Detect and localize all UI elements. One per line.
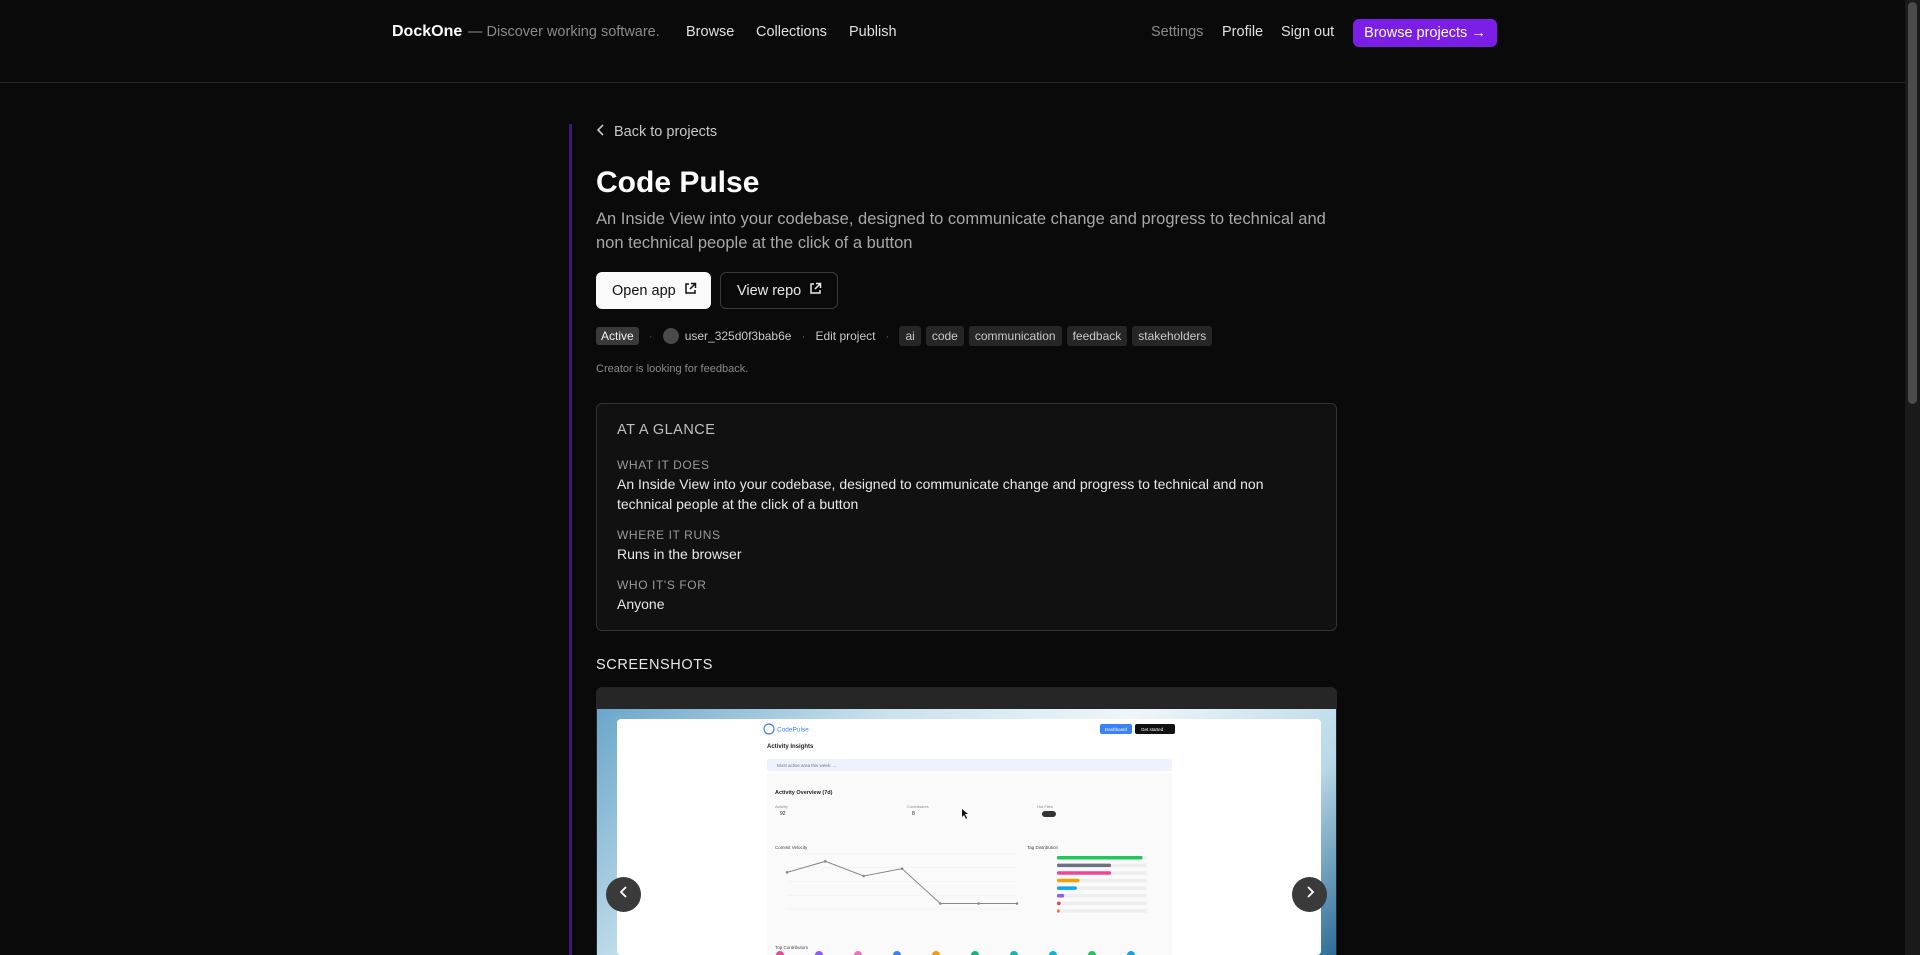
separator: · (885, 328, 890, 343)
shot-dashboard-btn: Dashboard (1105, 727, 1128, 732)
nav-collections[interactable]: Collections (756, 24, 827, 40)
browse-projects-button[interactable]: Browse projects → (1353, 19, 1497, 47)
what-it-does-value: An Inside View into your codebase, desig… (617, 476, 1264, 512)
shot-dist-bar (1057, 871, 1111, 875)
shot-stat-value-0: 92 (780, 811, 786, 817)
separator: · (648, 328, 653, 343)
screenshot-content: CodePulse Dashboard Get started Activity… (763, 723, 1175, 955)
shot-stat-value-1: 8 (912, 811, 915, 817)
shot-banner: Most active area this week: ... (777, 763, 836, 768)
shot-section-title: Activity Overview (7d) (775, 790, 833, 796)
project-description: An Inside View into your codebase, desig… (596, 210, 1326, 252)
screenshot-carousel: CodePulse Dashboard Get started Activity… (596, 687, 1337, 955)
shot-stat-label-0: Activity (775, 804, 788, 809)
shot-dist-bar (1057, 878, 1080, 883)
view-repo-button[interactable]: View repo (720, 272, 838, 309)
where-it-runs-value: Runs in the browser (617, 546, 742, 562)
external-link-icon (809, 282, 822, 299)
who-its-for-label: WHO IT'S FOR (617, 578, 707, 592)
carousel-next-button[interactable] (1292, 877, 1327, 912)
status-badge: Active (596, 326, 639, 345)
chevron-left-icon (618, 885, 630, 904)
screenshot-image[interactable]: CodePulse Dashboard Get started Activity… (617, 719, 1321, 955)
project-title: Code Pulse (596, 166, 760, 199)
shot-dist-bar (1057, 894, 1065, 898)
back-label: Back to projects (614, 124, 718, 140)
scrollbar-thumb[interactable] (1908, 2, 1917, 404)
tag-feedback[interactable]: feedback (1066, 325, 1128, 346)
shot-velocity-point (824, 860, 827, 863)
brand-logo[interactable]: DockOne (392, 23, 462, 41)
nav-profile[interactable]: Profile (1222, 24, 1263, 40)
shot-dist-bar (1057, 886, 1077, 890)
shot-dist-track (1057, 901, 1147, 906)
shot-velocity-point (862, 874, 865, 878)
shot-velocity-point (900, 867, 904, 870)
shot-stat-label-2: Hot Files (1037, 804, 1053, 809)
tag-communication[interactable]: communication (968, 325, 1062, 346)
shot-dist-bar (1057, 856, 1143, 860)
brand-tagline: — Discover working software. (468, 24, 660, 40)
nav-browse[interactable]: Browse (686, 24, 734, 40)
shot-app-name: CodePulse (777, 727, 809, 734)
shot-dist-bar (1057, 863, 1111, 868)
project-meta-row: Active · user_325d0f3bab6e · Edit projec… (596, 325, 1217, 346)
shot-dist-title: Tag Distribution (1027, 845, 1059, 850)
shot-velocity-point (939, 902, 942, 905)
shot-velocity-point (977, 902, 980, 905)
owner-name[interactable]: user_325d0f3bab6e (685, 329, 792, 343)
open-app-label: Open app (612, 282, 676, 299)
shot-page-title: Activity Insights (767, 744, 814, 750)
view-repo-label: View repo (737, 282, 802, 299)
tag-ai[interactable]: ai (899, 325, 921, 346)
accent-bar (569, 124, 572, 955)
nav-sign-out[interactable]: Sign out (1281, 24, 1334, 40)
carousel-prev-button[interactable] (606, 877, 641, 912)
tag-code[interactable]: code (925, 325, 964, 346)
feedback-note: Creator is looking for feedback. (596, 363, 749, 375)
shot-velocity-point (785, 871, 789, 874)
who-its-for-value: Anyone (617, 596, 665, 612)
shot-velocity-point (1015, 902, 1019, 905)
screenshots-title: SCREENSHOTS (596, 657, 713, 673)
back-to-projects-link[interactable]: Back to projects (596, 124, 717, 140)
at-a-glance-card: AT A GLANCE WHAT IT DOES An Inside View … (596, 403, 1337, 631)
shot-chart-title: Commit Velocity (775, 845, 808, 850)
open-app-button[interactable]: Open app (596, 272, 711, 309)
shot-dist-track (1057, 894, 1147, 898)
shot-dist-bar (1057, 901, 1061, 906)
nav-settings[interactable]: Settings (1151, 24, 1203, 40)
shot-contributors-title: Top Contributors (775, 945, 809, 950)
external-link-icon (684, 282, 697, 299)
shot-get-started-btn: Get started (1141, 727, 1164, 732)
tag-stakeholders[interactable]: stakeholders (1132, 325, 1213, 346)
chevron-right-icon (1304, 885, 1316, 904)
nav-publish[interactable]: Publish (849, 24, 897, 40)
separator: · (801, 328, 806, 343)
glance-title: AT A GLANCE (617, 422, 716, 438)
where-it-runs-label: WHERE IT RUNS (617, 528, 721, 542)
shot-dist-track (1057, 909, 1147, 913)
chevron-left-icon (596, 124, 606, 140)
avatar (662, 327, 679, 344)
top-navigation-bar: DockOne — Discover working software. Bro… (0, 0, 1905, 83)
what-it-does-label: WHAT IT DOES (617, 458, 710, 472)
shot-stat-label-1: Contributors (907, 804, 929, 809)
shot-dist-bar (1057, 909, 1060, 913)
edit-project-link[interactable]: Edit project (815, 329, 875, 343)
